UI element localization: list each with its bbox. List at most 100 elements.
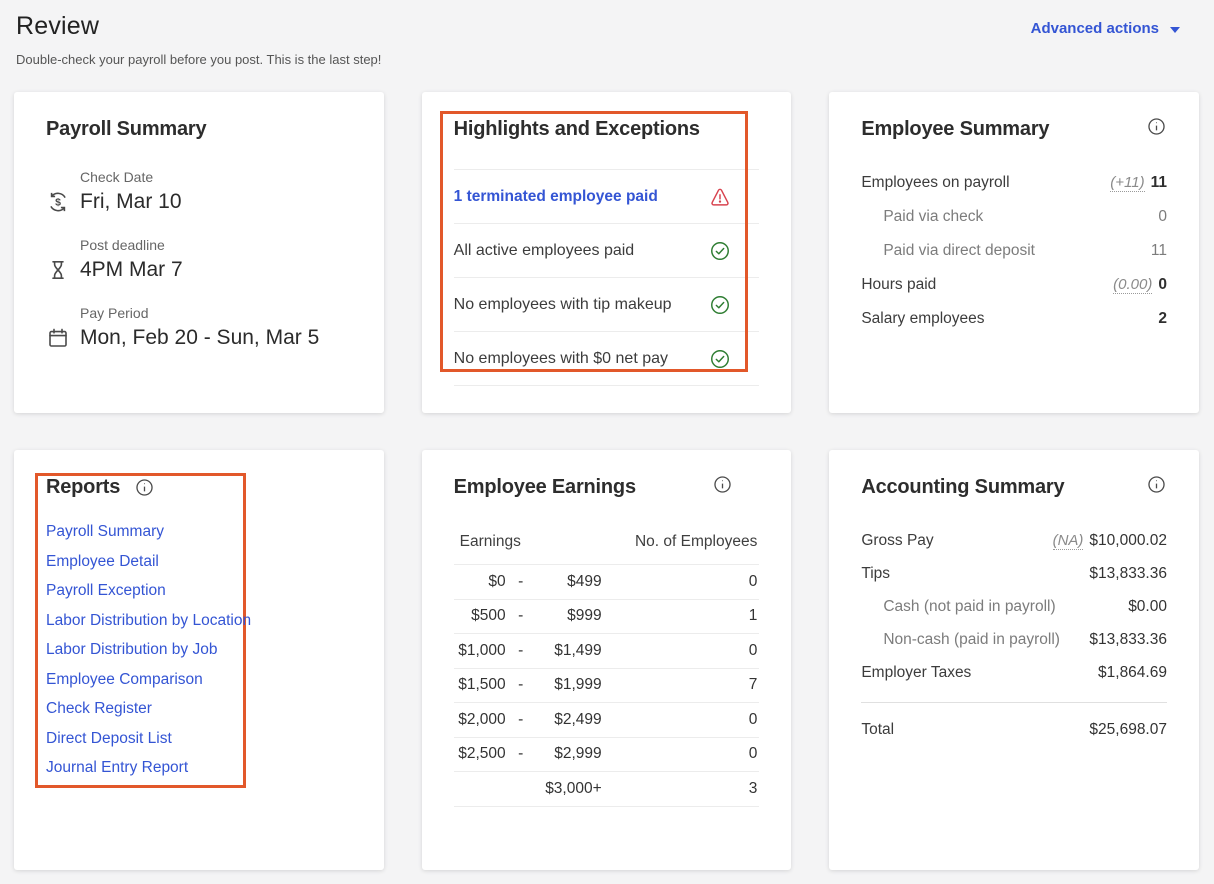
page-title: Review (16, 12, 1180, 41)
report-link-check-register[interactable]: Check Register (46, 700, 152, 718)
payroll-review-page: Review Double-check your payroll before … (0, 0, 1214, 884)
chevron-down-icon (1170, 27, 1180, 33)
highlight-row: No employees with $0 net pay (454, 331, 760, 385)
report-link-employee-detail[interactable]: Employee Detail (46, 553, 159, 571)
summary-row: Employees on payroll (+11)11 (861, 166, 1167, 200)
accounting-summary-title-row: Accounting Summary (861, 474, 1167, 501)
field-label: Check Date (80, 169, 352, 185)
row-label: Salary employees (861, 310, 984, 328)
earnings-range-low: $0 (454, 573, 506, 591)
field-value: Fri, Mar 10 (80, 190, 182, 214)
highlight-link[interactable]: 1 terminated employee paid (454, 188, 658, 206)
earnings-row: $2,000-$2,4990 (454, 703, 760, 738)
row-label: Tips (861, 565, 890, 583)
earnings-range-low: $2,000 (454, 711, 506, 729)
summary-row: Gross Pay(NA)$10,000.02 (861, 524, 1167, 557)
field-value-row: Mon, Feb 20 - Sun, Mar 5 (46, 326, 352, 350)
check-circle-icon (709, 294, 731, 316)
row-right: $13,833.36 (1089, 565, 1167, 583)
employee-count: 0 (602, 573, 760, 591)
svg-text:$: $ (55, 197, 61, 209)
highlights-title: Highlights and Exceptions (454, 116, 760, 143)
advanced-actions-button[interactable]: Advanced actions (1031, 20, 1180, 37)
earnings-range-low: $1,000 (454, 642, 506, 660)
earnings-range-high: $1,999 (536, 676, 602, 694)
reports-card: Reports Payroll SummaryEmployee DetailPa… (14, 450, 384, 870)
highlight-row: All active employees paid (454, 223, 760, 277)
highlights-card: Highlights and Exceptions 1 terminated e… (422, 92, 792, 413)
row-right: 2 (1158, 310, 1167, 328)
row-right: $0.00 (1128, 598, 1167, 616)
card-grid: Payroll Summary Check Date $ Fri, Mar 10 Po… (0, 78, 1214, 884)
row-label: Paid via check (883, 208, 983, 226)
report-link-labor-distribution-by-job[interactable]: Labor Distribution by Job (46, 641, 217, 659)
earnings-row: $2,500-$2,9990 (454, 738, 760, 773)
warning-icon (709, 186, 731, 208)
earnings-range-low: $2,500 (454, 745, 506, 763)
summary-row: Salary employees 2 (861, 302, 1167, 336)
row-label: Employees on payroll (861, 174, 1009, 192)
row-right: (NA)$10,000.02 (1053, 532, 1167, 550)
highlight-label: All active employees paid (454, 242, 635, 260)
employee-earnings-title: Employee Earnings (454, 474, 636, 501)
row-value: $13,833.36 (1089, 631, 1167, 649)
accounting-summary-card: Accounting Summary Gross Pay(NA)$10,000.… (829, 450, 1199, 870)
row-right: 0 (1158, 208, 1167, 226)
earnings-row: $3,000+3 (454, 772, 760, 807)
reports-title: Reports (46, 474, 120, 501)
summary-row: Employer Taxes $1,864.69 (861, 656, 1167, 689)
summary-row: Hours paid(0.00)0 (861, 268, 1167, 302)
earnings-row: $1,000-$1,4990 (454, 634, 760, 669)
row-value: 0 (1158, 276, 1167, 294)
employee-count-column-header: No. of Employees (635, 533, 757, 551)
page-header: Review Double-check your payroll before … (0, 0, 1214, 78)
summary-row: Tips $13,833.36 (861, 557, 1167, 590)
payroll-summary-item: Check Date $ Fri, Mar 10 (46, 169, 352, 214)
page-subtitle: Double-check your payroll before you pos… (16, 52, 1180, 67)
row-value: $0.00 (1128, 598, 1167, 616)
info-icon[interactable] (1146, 474, 1167, 495)
report-link-payroll-exception[interactable]: Payroll Exception (46, 582, 166, 600)
report-link-journal-entry-report[interactable]: Journal Entry Report (46, 759, 188, 777)
earnings-range-dash: - (506, 676, 536, 694)
annotation-value[interactable]: (+11) (1110, 174, 1144, 192)
info-icon[interactable] (134, 477, 155, 498)
earnings-range-high: $999 (536, 607, 602, 625)
info-icon[interactable] (712, 474, 733, 495)
highlight-row: 1 terminated employee paid (454, 169, 760, 223)
earnings-range-high: $2,499 (536, 711, 602, 729)
employee-summary-title: Employee Summary (861, 116, 1049, 143)
field-value: 4PM Mar 7 (80, 258, 183, 282)
report-links: Payroll Summary Employee Detail Payroll Ex… (46, 523, 352, 777)
summary-row: Paid via direct deposit 11 (861, 234, 1167, 268)
row-label: Paid via direct deposit (883, 242, 1035, 260)
row-right: (+11)11 (1110, 174, 1167, 192)
report-link-payroll-summary[interactable]: Payroll Summary (46, 523, 164, 541)
payroll-summary-item: Post deadline 4PM Mar 7 (46, 237, 352, 282)
check-circle-icon (709, 240, 731, 262)
field-label: Post deadline (80, 237, 352, 253)
payroll-summary-items: Check Date $ Fri, Mar 10 Post deadline 4PM M… (46, 169, 352, 350)
row-right: 11 (1151, 242, 1167, 260)
employee-earnings-card: Employee Earnings Earnings No. of Employ… (422, 450, 792, 870)
earnings-range-low: $500 (454, 607, 506, 625)
annotation-value[interactable]: (NA) (1053, 532, 1084, 550)
earnings-column-header: Earnings (460, 533, 521, 551)
report-link-employee-comparison[interactable]: Employee Comparison (46, 671, 203, 689)
report-link-labor-distribution-by-location[interactable]: Labor Distribution by Location (46, 612, 251, 630)
row-right: $13,833.36 (1089, 631, 1167, 649)
employee-summary-title-row: Employee Summary (861, 116, 1167, 143)
field-label: Pay Period (80, 305, 352, 321)
employee-summary-rows: Employees on payroll(+11)11Paid via chec… (861, 166, 1167, 336)
money-cycle-icon: $ (46, 190, 70, 214)
earnings-range-dash: - (506, 607, 536, 625)
info-icon[interactable] (1146, 116, 1167, 137)
row-value: $13,833.36 (1089, 565, 1167, 583)
annotation-value[interactable]: (0.00) (1113, 276, 1152, 294)
report-link-direct-deposit-list[interactable]: Direct Deposit List (46, 730, 172, 748)
earnings-row: $0-$4990 (454, 565, 760, 600)
earnings-row: $500-$9991 (454, 600, 760, 635)
row-right: $1,864.69 (1098, 664, 1167, 682)
row-label: Employer Taxes (861, 664, 971, 682)
highlight-row: No employees with tip makeup (454, 277, 760, 331)
